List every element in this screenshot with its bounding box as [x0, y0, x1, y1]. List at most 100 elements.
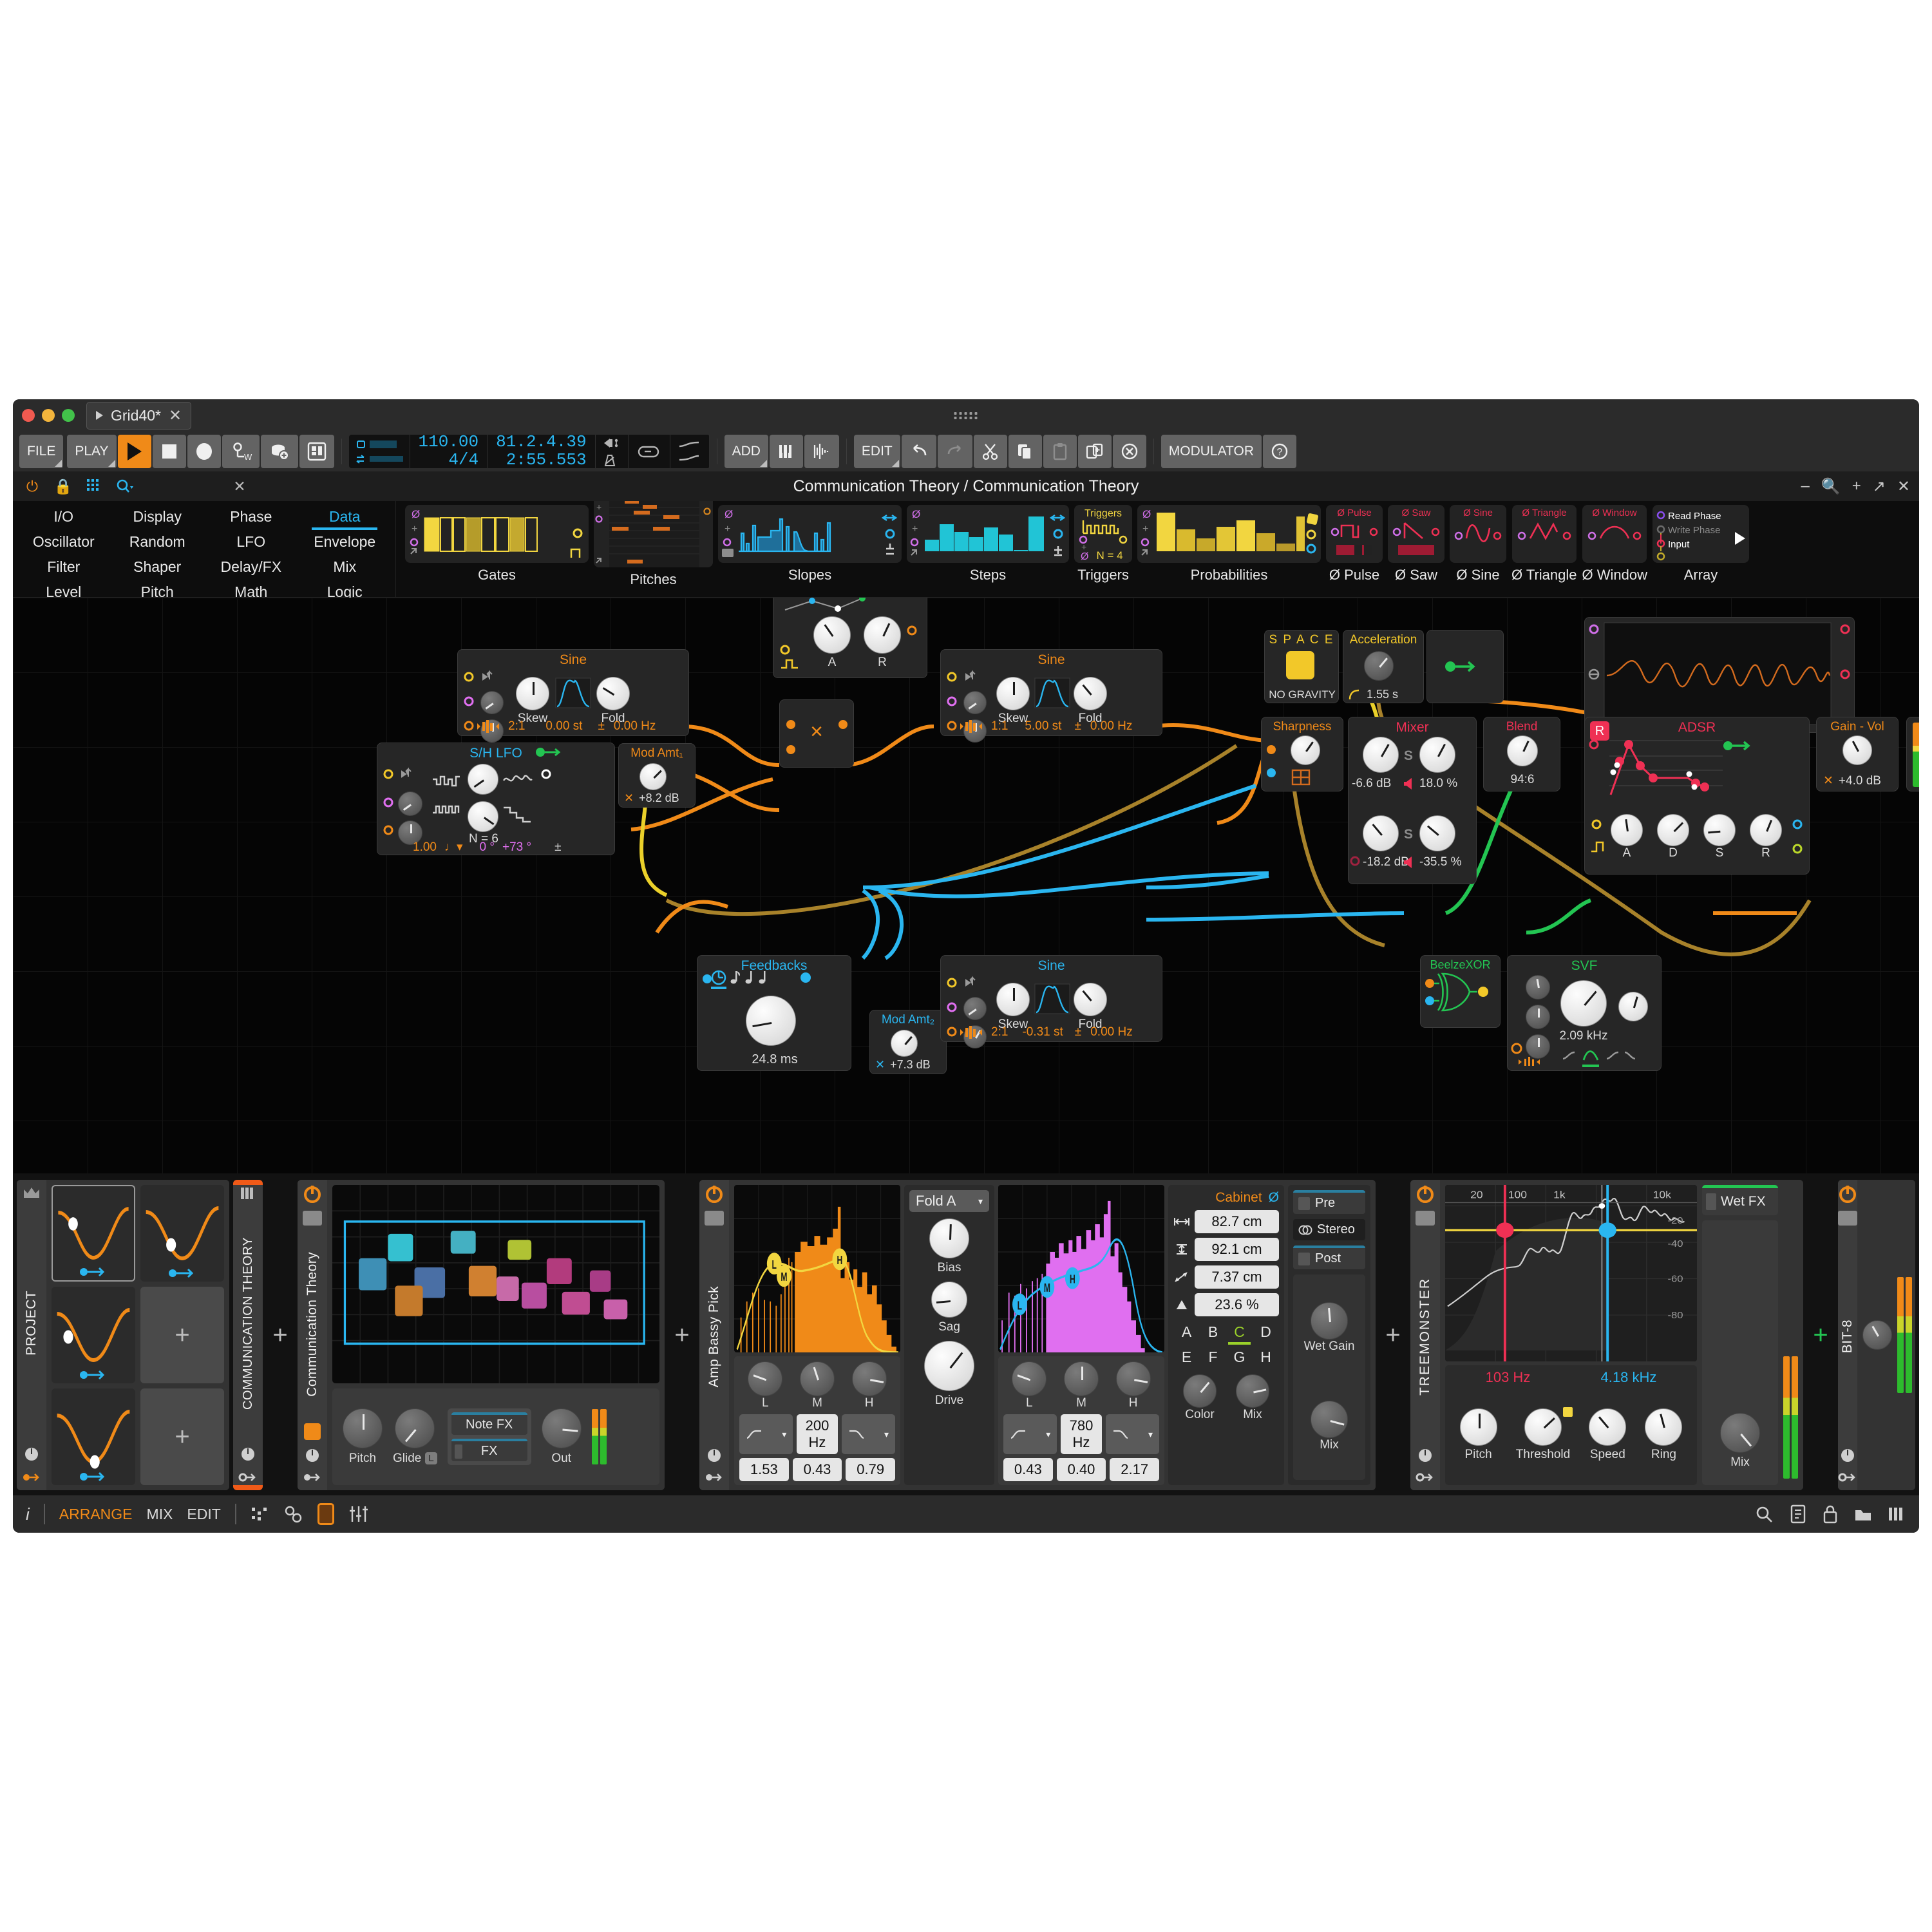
sine1-detune[interactable]: 0.00 st	[545, 719, 582, 734]
studio-io-icon[interactable]	[1821, 1504, 1839, 1524]
cab-eq-display[interactable]: L M H	[998, 1185, 1164, 1352]
sidebar-item-data[interactable]: Data	[299, 505, 391, 530]
cab-eq-q-high[interactable]: 2.17	[1110, 1458, 1160, 1481]
treemonster-low-freq[interactable]: 103 Hz	[1486, 1369, 1531, 1386]
patch-node-sine-2[interactable]: Sine Skew Fold 1:1 5.00 st ± 0.00 Hz	[940, 649, 1162, 743]
multiply-icon[interactable]: ✕	[1823, 773, 1833, 788]
cabinet-pos-f[interactable]: F	[1200, 1349, 1226, 1366]
routing-icon[interactable]	[23, 1471, 41, 1484]
treemonster-threshold-knob[interactable]: Threshold	[1516, 1406, 1573, 1462]
file-menu-button[interactable]: FILE	[19, 435, 64, 468]
folder-icon[interactable]	[1838, 1211, 1857, 1226]
grid-edit-icon[interactable]	[304, 1423, 321, 1440]
note-fx-slot[interactable]: Note FX	[451, 1412, 527, 1435]
mixer-pan-1[interactable]: 18.0 %	[1419, 777, 1457, 791]
close-icon[interactable]: ✕	[1897, 477, 1910, 496]
track-rail-comm-theory[interactable]: COMMUNICATION THEORY	[233, 1180, 263, 1490]
modulator-slot-2[interactable]	[140, 1185, 224, 1282]
project-tab[interactable]: Grid40* ✕	[86, 401, 192, 430]
patch-node-ar-env[interactable]: A R	[773, 598, 927, 678]
metronome-group[interactable]	[596, 435, 629, 468]
treemonster-display[interactable]: 20 100 1k 10k -20 -40 -60 -80	[1445, 1185, 1697, 1361]
device-communication-theory[interactable]: Communication Theory Pitch Glide L Note …	[298, 1180, 665, 1490]
sine3-fine[interactable]: 0.00 Hz	[1090, 1025, 1132, 1039]
add-instrument-button[interactable]	[769, 435, 803, 468]
treemonster-speed-knob[interactable]: Speed	[1589, 1408, 1627, 1462]
stereo-button[interactable]: Stereo	[1293, 1219, 1365, 1240]
sh-lfo-rate[interactable]: 1.00	[413, 840, 437, 855]
amp-eq-high-shape-select[interactable]: ▾	[841, 1414, 895, 1454]
mute-icon[interactable]	[1403, 777, 1416, 790]
sine2-fine[interactable]: 0.00 Hz	[1090, 719, 1132, 734]
module-item-phase-window[interactable]: Ø Window Ø Window	[1582, 505, 1647, 583]
module-item-slopes[interactable]: Ø + Slopes	[718, 505, 902, 583]
routing-icon[interactable]	[1416, 1471, 1434, 1484]
fold-preset-select[interactable]: Fold A ▾	[909, 1190, 989, 1212]
play-menu-button[interactable]: PLAY	[67, 435, 117, 468]
folder-icon[interactable]	[303, 1211, 322, 1226]
pre-button[interactable]: Pre	[1293, 1190, 1365, 1214]
module-item-array[interactable]: Read Phase Write Phase Input Array	[1652, 505, 1749, 583]
minimize-icon[interactable]: –	[1801, 477, 1810, 495]
feedbacks-value[interactable]: 24.8 ms	[697, 1052, 852, 1067]
mod-amt-1-value[interactable]: +8.2 dB	[639, 791, 679, 805]
wet-gain-knob[interactable]: Wet Gain	[1304, 1302, 1354, 1354]
wet-fx-slot[interactable]: Wet FX	[1702, 1185, 1778, 1215]
module-item-gates[interactable]: Ø + Gates	[405, 505, 589, 583]
project-panel[interactable]: PROJECT + +	[17, 1180, 229, 1490]
stop-button[interactable]	[152, 435, 186, 468]
routing-icon[interactable]	[705, 1471, 723, 1484]
patch-node-sh-lfo[interactable]: S/H LFO N = 6 1.00 ♩▾ 0 ° +73 ° ±	[377, 743, 615, 855]
record-button[interactable]	[187, 435, 221, 468]
cab-eq-low-shape-select[interactable]: ▾	[1003, 1414, 1057, 1454]
cabinet-height-value[interactable]: 92.1 cm	[1195, 1238, 1279, 1261]
sine2-ratio[interactable]: 1:1	[991, 719, 1008, 734]
cabinet-pos-b[interactable]: B	[1200, 1323, 1226, 1341]
module-item-steps[interactable]: Ø + Steps	[907, 505, 1069, 583]
pitch-control[interactable]: Pitch	[343, 1408, 383, 1466]
drive-control[interactable]: Drive	[924, 1341, 974, 1408]
power-icon[interactable]	[1417, 1186, 1434, 1203]
sh-lfo-phase-a[interactable]: 0 °	[480, 840, 495, 855]
grid-thumbnail[interactable]	[332, 1185, 659, 1383]
patch-node-mod-amt-2[interactable]: Mod Amt₂ ✕ +7.3 dB	[869, 1010, 947, 1074]
loop-icon[interactable]	[635, 442, 663, 460]
sidebar-item-oscillator[interactable]: Oscillator	[18, 530, 109, 555]
cab-eq-freq-value[interactable]: 780 Hz	[1061, 1414, 1102, 1454]
module-item-pitches[interactable]: Ø + Pitches	[594, 501, 713, 588]
device-bit8[interactable]: BIT-8	[1838, 1180, 1915, 1490]
position-display[interactable]: 81.2.4.39 2:55.553	[488, 433, 596, 469]
module-item-phase-sine[interactable]: Ø Sine Ø Sine	[1450, 505, 1506, 583]
add-menu-button[interactable]: ADD	[724, 435, 768, 468]
patch-node-empty[interactable]	[1426, 630, 1504, 703]
multiply-icon[interactable]: ✕	[624, 791, 634, 805]
browser-icon[interactable]	[1853, 1505, 1873, 1523]
power-icon[interactable]	[706, 1186, 723, 1203]
modulation-source-icon[interactable]	[1840, 1448, 1855, 1463]
cabinet-pos-e[interactable]: E	[1173, 1349, 1200, 1366]
mixer-panel-icon[interactable]	[348, 1505, 369, 1523]
modulation-source-icon[interactable]	[24, 1446, 39, 1462]
treemonster-mix-knob[interactable]: Mix	[1720, 1413, 1760, 1470]
sidebar-item-envelope[interactable]: Envelope	[299, 530, 391, 555]
transport-display[interactable]: 110.00 4/4 81.2.4.39 2:55.553	[348, 433, 710, 469]
patch-node-adsr[interactable]: ADSR R A D S R	[1584, 717, 1810, 875]
search-icon[interactable]	[1754, 1505, 1775, 1523]
modulator-slot-4[interactable]	[52, 1388, 135, 1485]
patch-node-beelzexor[interactable]: BeelzeXOR	[1420, 955, 1501, 1028]
bias-control[interactable]: Bias	[929, 1218, 969, 1275]
insert-device-button-3[interactable]: +	[1379, 1180, 1406, 1490]
keytrack-icon[interactable]	[960, 720, 982, 733]
edit-menu-button[interactable]: EDIT	[853, 435, 900, 468]
insert-device-button-4[interactable]: +	[1807, 1180, 1834, 1490]
phase-icon[interactable]: Ø	[1269, 1190, 1279, 1206]
routing-icon[interactable]	[79, 1266, 108, 1278]
metronome-icon[interactable]	[602, 454, 618, 467]
routing-icon[interactable]	[168, 1267, 196, 1279]
modulator-button[interactable]: MODULATOR	[1160, 435, 1262, 468]
patch-canvas[interactable]: A R Sine Skew Fold 2:1 0.00 st ± 0.00 Hz…	[13, 598, 1919, 1173]
overdub-button[interactable]	[260, 435, 298, 468]
fade-group[interactable]	[670, 435, 710, 468]
device-rail[interactable]: Communication Theory	[298, 1180, 327, 1490]
window-controls[interactable]	[22, 409, 75, 422]
